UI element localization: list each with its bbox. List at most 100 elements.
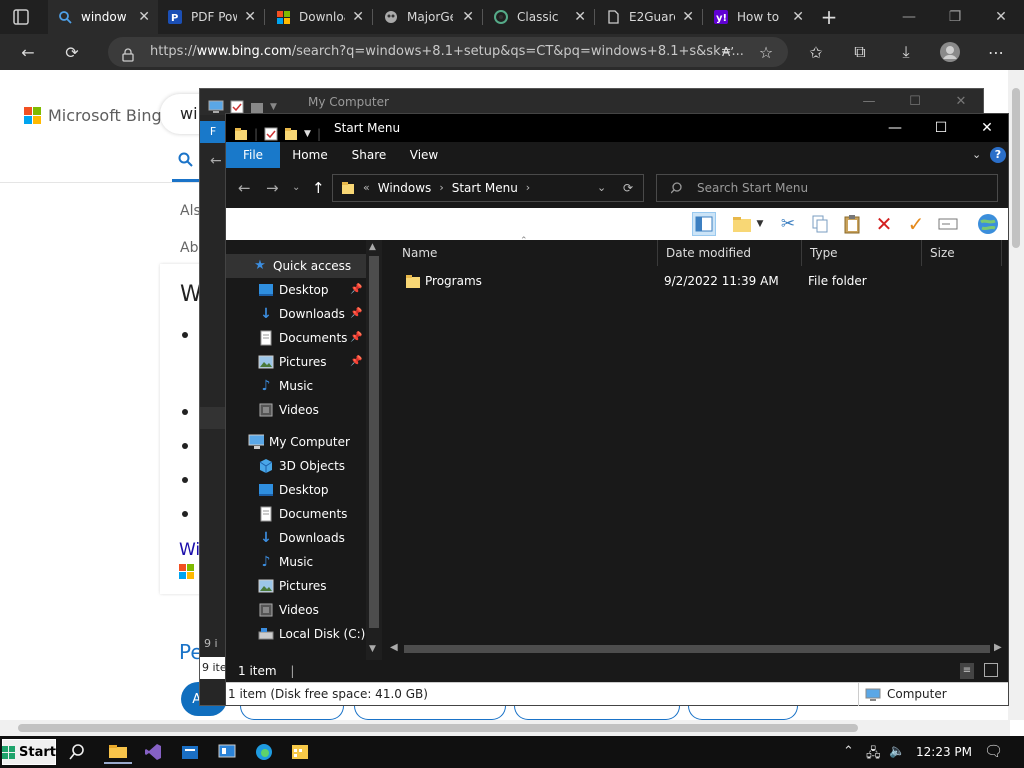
favorites-bar-icon[interactable]: ✩ — [804, 40, 828, 64]
start-menu-explorer-window[interactable]: | ▼ | Start Menu — ☐ ✕ File Home Share V… — [225, 113, 1009, 706]
tab-bing-search[interactable]: windows 8.1 setup ✕ — [48, 0, 158, 34]
tab-downloads[interactable]: Downloads ✕ — [266, 0, 372, 34]
chevron-up-icon[interactable]: ⌃ — [843, 744, 854, 759]
scrollbar-thumb[interactable] — [18, 724, 858, 732]
tab-classic-shell[interactable]: Classic Shell ✕ — [484, 0, 594, 34]
nav-item-pictures[interactable]: Pictures — [226, 574, 366, 598]
cut-icon[interactable]: ✂ — [776, 212, 800, 236]
minimize-button[interactable]: — — [846, 89, 892, 115]
bing-logo[interactable]: Microsoft Bing — [24, 106, 162, 125]
chevron-right-icon[interactable]: › — [526, 175, 530, 201]
breadcrumb[interactable]: « Windows › Start Menu › ⌄ ⟳ — [332, 174, 644, 202]
globe-icon[interactable] — [976, 212, 1000, 236]
up-arrow-icon[interactable]: ↑ — [312, 179, 325, 197]
back-button[interactable]: ← — [14, 38, 42, 66]
tab-share[interactable]: Share — [344, 142, 394, 168]
notifications-icon[interactable]: 🗨 — [984, 742, 1003, 760]
nav-item-local-disk[interactable]: Local Disk (C:) — [226, 622, 366, 646]
new-folder-icon[interactable] — [250, 100, 264, 114]
tab-majorgeeks[interactable]: MajorGeeks ✕ — [374, 0, 482, 34]
chevron-right-icon[interactable]: › — [439, 175, 443, 201]
breadcrumb-item[interactable]: Windows — [378, 175, 432, 201]
close-button[interactable]: ✕ — [938, 89, 984, 115]
address-bar[interactable]: https://www.bing.com/search?q=windows+8.… — [108, 37, 788, 67]
edge-icon[interactable] — [252, 740, 276, 764]
nav-item-documents[interactable]: Documents — [226, 502, 366, 526]
copy-icon[interactable] — [808, 212, 832, 236]
overflow-chevron-icon[interactable]: « — [363, 175, 370, 201]
minimize-button[interactable]: — — [872, 114, 918, 142]
tab-pdf-power[interactable]: P PDF Power Tools ✕ — [158, 0, 264, 34]
nav-pane-scrollbar[interactable]: ▲ ▼ — [366, 240, 382, 660]
file-list-horizontal-scrollbar[interactable]: ◀ ▶ — [384, 640, 1008, 658]
nav-item-documents[interactable]: Documents — [226, 326, 366, 350]
table-row[interactable]: Programs 9/2/2022 11:39 AM File folder — [396, 270, 996, 292]
large-icons-view-icon[interactable] — [984, 663, 998, 677]
visual-studio-icon[interactable] — [141, 740, 165, 764]
column-header-size[interactable]: Size — [922, 240, 1002, 266]
expand-ribbon-icon[interactable]: ⌄ — [972, 148, 981, 161]
close-icon[interactable]: ✕ — [574, 9, 586, 25]
column-header-type[interactable]: Type — [802, 240, 922, 266]
scroll-left-icon[interactable]: ◀ — [390, 642, 398, 653]
details-view-icon[interactable]: ≡ — [960, 663, 974, 679]
column-header-name[interactable]: Name — [394, 240, 658, 266]
properties-icon[interactable] — [264, 127, 278, 141]
close-icon[interactable]: ✕ — [682, 9, 694, 25]
close-button[interactable]: ✕ — [964, 114, 1010, 142]
tab-file[interactable]: File — [226, 142, 280, 168]
pin-icon[interactable]: 📌 — [350, 332, 362, 343]
minimize-button[interactable]: — — [886, 0, 932, 34]
close-icon[interactable]: ✕ — [462, 9, 474, 25]
tab-e2guardian[interactable]: E2Guardian ✕ — [596, 0, 702, 34]
help-icon[interactable]: ? — [990, 147, 1006, 163]
nav-item-3d-objects[interactable]: 3D Objects — [226, 454, 366, 478]
maximize-button[interactable]: ☐ — [918, 114, 964, 142]
file-explorer-taskbar-icon[interactable] — [104, 740, 132, 764]
refresh-icon[interactable]: ⟳ — [623, 175, 633, 201]
page-horizontal-scrollbar[interactable] — [0, 720, 1010, 736]
folder-view-icon[interactable] — [730, 212, 754, 236]
downloads-icon[interactable]: ⤓ — [894, 40, 918, 64]
result-link[interactable]: Wi — [179, 540, 200, 560]
more-menu-icon[interactable]: ⋯ — [984, 40, 1008, 64]
properties-icon[interactable] — [230, 100, 244, 114]
scrollbar-thumb[interactable] — [369, 256, 379, 628]
pin-icon[interactable]: 📌 — [350, 356, 362, 367]
chevron-down-icon[interactable]: ▼ — [754, 212, 766, 236]
network-icon[interactable]: 🖧 — [866, 744, 881, 766]
nav-item-music[interactable]: ♪ Music — [226, 374, 366, 398]
refresh-button[interactable]: ⟳ — [58, 38, 86, 66]
calendar-app-icon[interactable] — [288, 740, 312, 764]
nav-item-videos[interactable]: Videos — [226, 398, 366, 422]
tab-view[interactable]: View — [400, 142, 448, 168]
close-button[interactable]: ✕ — [978, 0, 1024, 34]
pin-icon[interactable]: 📌 — [350, 284, 362, 295]
window-title-bar[interactable]: | ▼ | Start Menu — ☐ ✕ — [226, 114, 1008, 142]
search-icon[interactable] — [65, 740, 89, 764]
close-icon[interactable]: ✕ — [792, 9, 804, 25]
favorite-icon[interactable]: ☆ — [754, 40, 778, 64]
delete-icon[interactable]: ✕ — [872, 212, 896, 236]
navigation-pane-icon[interactable] — [692, 212, 716, 236]
address-dropdown-icon[interactable]: ⌄ — [597, 175, 606, 201]
pin-icon[interactable]: 📌 — [350, 308, 362, 319]
page-vertical-scrollbar[interactable] — [1008, 70, 1024, 720]
nav-item-desktop[interactable]: Desktop — [226, 478, 366, 502]
column-header-date[interactable]: Date modified — [658, 240, 802, 266]
tab-home[interactable]: Home — [284, 142, 336, 168]
file-tab-fragment[interactable]: F — [200, 121, 226, 143]
tab-yahoo[interactable]: y! How to ✕ — [704, 0, 812, 34]
nav-item-downloads[interactable]: ↓ Downloads — [226, 302, 366, 326]
forward-arrow-icon[interactable]: → — [266, 179, 279, 197]
scrollbar-thumb[interactable] — [1012, 88, 1020, 248]
profile-avatar[interactable] — [938, 40, 962, 64]
scroll-up-icon[interactable]: ▲ — [369, 242, 376, 252]
search-icon[interactable] — [178, 152, 193, 171]
rename-icon[interactable] — [936, 212, 960, 236]
volume-icon[interactable]: 🔈 — [889, 744, 905, 759]
nav-item-desktop[interactable]: Desktop — [226, 278, 366, 302]
scroll-right-icon[interactable]: ▶ — [994, 642, 1002, 653]
restore-button[interactable]: ❐ — [932, 0, 978, 34]
window-title-bar[interactable]: ▼ My Computer — ☐ ✕ — [200, 89, 983, 115]
